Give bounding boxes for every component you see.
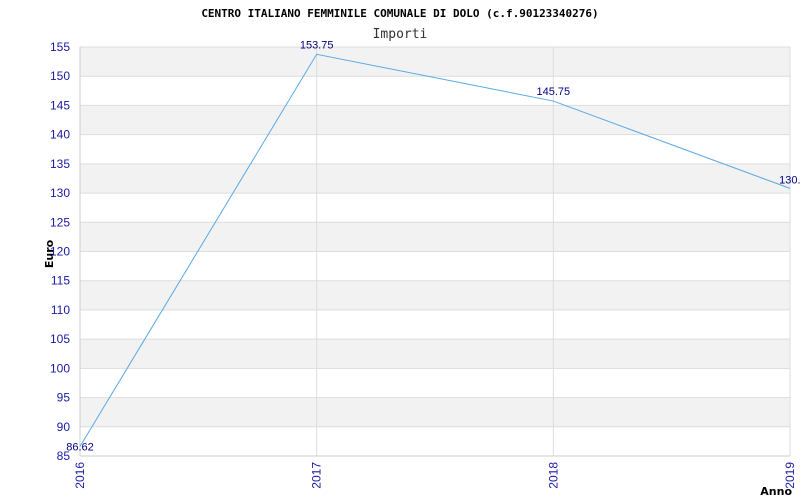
plot-band — [80, 222, 790, 252]
chart-title: CENTRO ITALIANO FEMMINILE COMUNALE DI DO… — [201, 7, 598, 20]
y-tick-label: 95 — [57, 391, 71, 405]
plot-band — [80, 251, 790, 281]
plot-band — [80, 76, 790, 106]
chart-subtitle: Importi — [373, 27, 428, 42]
y-axis-label: Euro — [43, 239, 56, 268]
y-tick-label: 110 — [51, 303, 70, 317]
y-tick-label: 90 — [57, 420, 71, 434]
line-chart: CENTRO ITALIANO FEMMINILE COMUNALE DI DO… — [43, 7, 800, 498]
y-tick-label: 115 — [51, 274, 70, 288]
x-tick-label: 2017 — [310, 462, 324, 489]
plot-band — [80, 163, 790, 194]
data-label: 86.62 — [66, 442, 94, 454]
plot-band — [80, 47, 790, 77]
x-axis-ticks: 2016 2017 2018 2019 — [73, 462, 797, 489]
data-label: 145.75 — [537, 86, 571, 98]
data-label: 130.80 — [779, 174, 800, 186]
y-tick-label: 125 — [50, 215, 70, 229]
plot-band — [80, 280, 790, 310]
y-tick-label: 105 — [50, 332, 70, 346]
x-axis-label: Anno — [760, 485, 792, 498]
y-tick-label: 155 — [50, 40, 70, 54]
plot-band — [80, 105, 790, 135]
y-tick-label: 135 — [50, 157, 70, 171]
x-tick-label: 2018 — [546, 462, 560, 489]
plot-band — [80, 426, 790, 456]
plot-band — [80, 309, 790, 340]
y-tick-label: 130 — [50, 186, 70, 200]
plot-band — [80, 368, 790, 398]
data-label: 153.75 — [300, 39, 334, 51]
plot-band — [80, 397, 790, 427]
x-tick-label: 2016 — [73, 462, 87, 489]
y-tick-label: 140 — [50, 128, 70, 142]
y-tick-label: 100 — [50, 361, 70, 375]
y-tick-label: 150 — [50, 69, 70, 83]
plot-band — [80, 193, 790, 223]
y-tick-label: 145 — [50, 98, 70, 112]
plot-band — [80, 339, 790, 369]
